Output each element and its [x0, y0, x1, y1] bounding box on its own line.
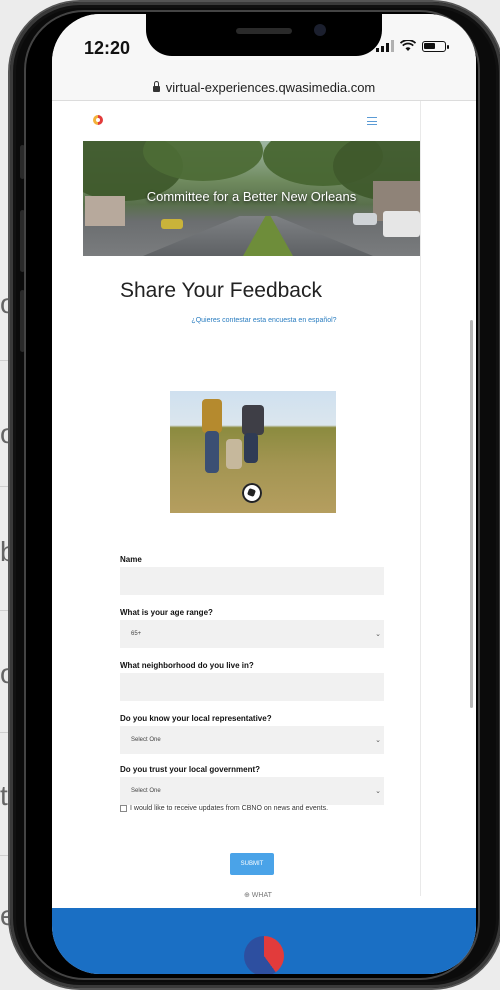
chevron-down-icon: ⌄: [375, 631, 381, 638]
page-title: Share Your Feedback: [120, 279, 322, 302]
phone-screen: 12:20 virtual-experiences.qwasimedia.com: [52, 14, 476, 974]
neighborhood-label: What neighborhood do you live in?: [120, 661, 254, 670]
family-soccer-photo: [170, 391, 336, 513]
name-label: Name: [120, 555, 142, 564]
soccer-ball: [242, 483, 262, 503]
clock: 12:20: [84, 38, 131, 58]
hero-banner: Committee for a Better New Orleans: [83, 141, 420, 256]
lock-icon: [152, 81, 160, 92]
representative-value: Select One: [131, 737, 161, 743]
divider: [420, 101, 421, 896]
age-range-select[interactable]: 65+ ⌄: [120, 620, 384, 648]
hero-title: Committee for a Better New Orleans: [146, 189, 357, 204]
website-content: Committee for a Better New Orleans Share…: [52, 101, 476, 916]
trust-value: Select One: [131, 788, 161, 794]
representative-label: Do you know your local representative?: [120, 714, 272, 723]
status-bar: 12:20: [52, 14, 476, 76]
partial-section-heading: ⊕ WHAT: [244, 892, 272, 899]
age-range-value: 65+: [131, 631, 142, 637]
updates-checkbox[interactable]: [120, 805, 127, 812]
updates-label: I would like to receive updates from CBN…: [130, 805, 329, 812]
trust-label: Do you trust your local government?: [120, 765, 261, 774]
submit-button[interactable]: SUBMIT: [230, 853, 274, 875]
wifi-icon: [400, 40, 416, 51]
address-bar[interactable]: virtual-experiences.qwasimedia.com: [52, 76, 476, 100]
status-icons: [376, 40, 449, 52]
name-input[interactable]: [120, 567, 384, 595]
representative-select[interactable]: Select One ⌄: [120, 726, 384, 754]
front-camera: [314, 24, 326, 36]
updates-optin[interactable]: I would like to receive updates from CBN…: [120, 805, 328, 812]
site-logo[interactable]: [93, 115, 103, 125]
spanish-survey-link[interactable]: ¿Quieres contestar esta encuesta en espa…: [52, 317, 476, 324]
age-range-label: What is your age range?: [120, 608, 213, 617]
notch: [146, 14, 382, 56]
hamburger-menu-icon[interactable]: [367, 117, 377, 125]
url-text: virtual-experiences.qwasimedia.com: [165, 80, 376, 95]
neighborhood-input[interactable]: [120, 673, 384, 701]
chevron-down-icon: ⌄: [375, 788, 381, 795]
site-footer: [52, 908, 476, 974]
battery-icon: [422, 40, 449, 52]
scrollbar[interactable]: [470, 320, 473, 708]
trust-select[interactable]: Select One ⌄: [120, 777, 384, 805]
chevron-down-icon: ⌄: [375, 737, 381, 744]
footer-logo: [244, 936, 284, 974]
signal-icon: [376, 40, 394, 52]
earpiece-speaker: [236, 28, 292, 34]
